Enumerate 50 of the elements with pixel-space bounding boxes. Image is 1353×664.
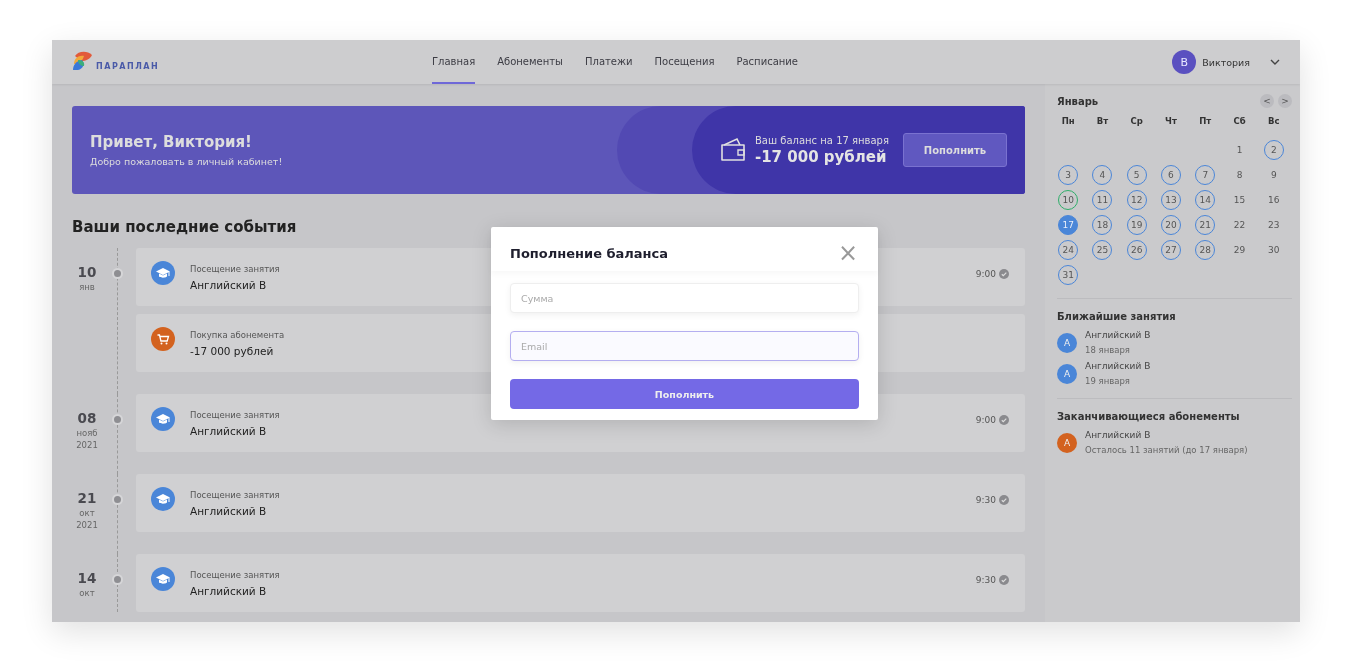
event-day: 21 xyxy=(72,490,102,506)
event-type: Посещение занятия xyxy=(190,410,280,420)
avatar-circle: А xyxy=(1057,432,1077,453)
event-type: Покупка абонемента xyxy=(190,330,285,340)
calendar-month: Январь xyxy=(1057,95,1099,107)
course-name: Английский В xyxy=(1085,430,1152,440)
course-detail: Осталось 11 занятий (до 17 января) xyxy=(1085,445,1248,455)
weekday-label: Пн xyxy=(1060,116,1076,128)
event-year: 2021 xyxy=(75,440,99,450)
greeting-subtitle: Добро пожаловать в личный кабинет! xyxy=(90,156,284,167)
avatar-circle: А xyxy=(1057,363,1077,384)
weekday-label: Чт xyxy=(1164,116,1178,128)
section-title: Ближайшие занятия xyxy=(1057,311,1177,322)
event-time: 9:00 xyxy=(975,269,996,279)
event-month: окт xyxy=(78,508,96,518)
course-name: Английский В xyxy=(1085,361,1151,371)
course-detail: 19 января xyxy=(1085,376,1131,386)
event-month: янв xyxy=(78,282,96,292)
event-type: Посещение занятия xyxy=(190,264,280,274)
dialog-title: Пополнение баланса xyxy=(510,245,669,261)
event-type: Посещение занятия xyxy=(190,490,280,500)
event-title: -17 000 рублей xyxy=(190,345,274,357)
weekday-label: Вс xyxy=(1267,116,1281,128)
avatar-circle: А xyxy=(1057,332,1077,353)
course-name: Английский В xyxy=(1085,330,1151,340)
event-type: Посещение занятия xyxy=(190,570,280,580)
weekday-label: Пт xyxy=(1198,116,1213,128)
event-day: 14 xyxy=(72,570,102,586)
greeting: Привет, Виктория! xyxy=(90,133,253,151)
event-day: 10 xyxy=(72,264,102,280)
event-title: Английский В xyxy=(190,425,267,437)
event-day: 08 xyxy=(72,410,102,426)
event-time: 9:00 xyxy=(975,415,996,425)
balance-label: Ваш баланс на 17 января xyxy=(754,134,889,146)
weekday-label: Ср xyxy=(1129,116,1144,128)
event-year: 2021 xyxy=(75,520,99,530)
section-title: Ваши последние события xyxy=(72,218,298,236)
balance-amount: -17 000 рублей xyxy=(754,147,888,166)
event-month: нояб xyxy=(75,428,99,438)
event-title: Английский В xyxy=(190,279,267,291)
course-detail: 18 января xyxy=(1085,345,1131,355)
weekday-label: Вт xyxy=(1095,116,1110,128)
event-time: 9:30 xyxy=(975,575,996,585)
weekday-label: Сб xyxy=(1232,116,1247,128)
event-month: окт xyxy=(78,588,96,598)
event-title: Английский В xyxy=(190,585,267,597)
section-title: Заканчивающиеся абонементы xyxy=(1057,411,1241,422)
logo-text: ПАРАПЛАН xyxy=(96,61,160,71)
event-title: Английский В xyxy=(190,505,267,517)
event-time: 9:30 xyxy=(975,495,996,505)
